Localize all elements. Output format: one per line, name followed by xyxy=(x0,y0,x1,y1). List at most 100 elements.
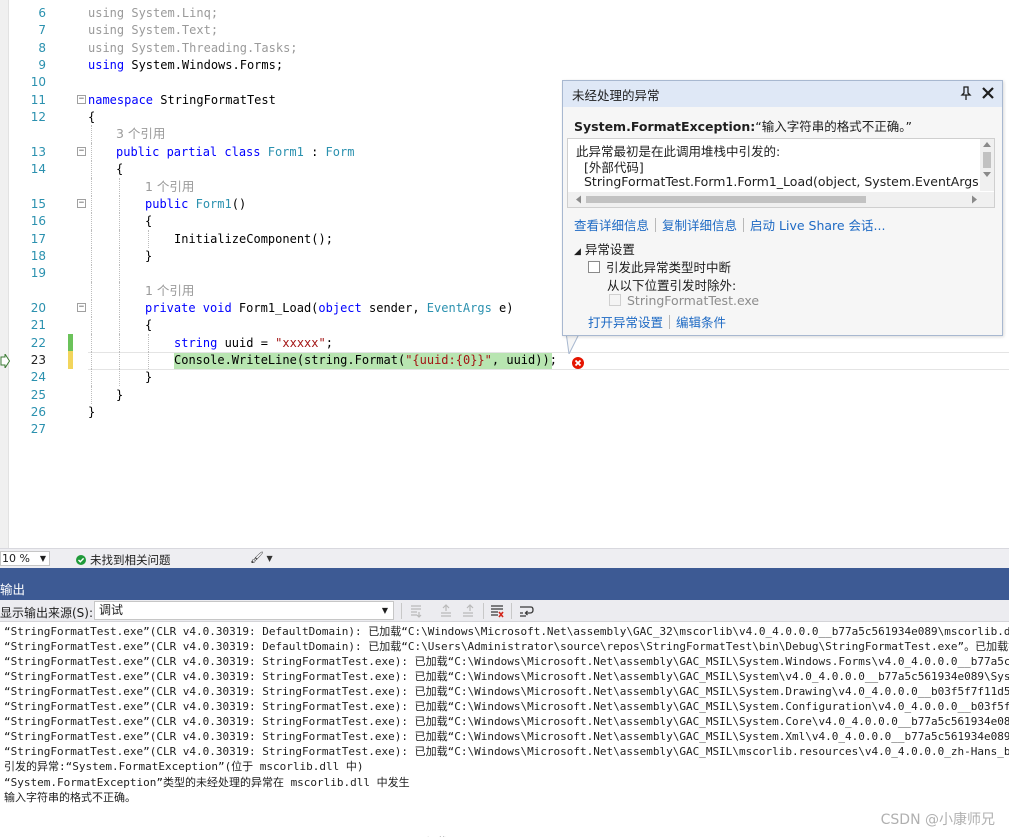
exception-settings-header[interactable]: ◢ 异常设置 xyxy=(574,239,635,258)
code-text: } xyxy=(116,386,123,404)
break-on-type-checkbox[interactable] xyxy=(588,261,600,273)
code-line[interactable]: 26} xyxy=(0,403,1009,421)
code-token: { xyxy=(116,162,124,177)
code-cleanup-button[interactable]: 🖌 ▼ xyxy=(250,551,273,564)
close-icon[interactable] xyxy=(980,85,996,101)
indent-guide xyxy=(91,368,92,387)
link-separator xyxy=(655,218,657,232)
zoom-dropdown[interactable]: 10 % ▼ xyxy=(0,551,50,566)
output-source-select[interactable]: 调试 ▼ xyxy=(94,601,394,620)
collapse-icon[interactable]: − xyxy=(77,94,86,104)
output-log-line: “StringFormatTest.exe”(CLR v4.0.30319: S… xyxy=(4,655,1009,669)
output-source-label: 显示输出来源(S): xyxy=(0,606,94,620)
code-token: Form xyxy=(325,144,355,159)
code-token: private void xyxy=(145,300,232,315)
change-marker xyxy=(68,351,73,369)
indent-guide xyxy=(91,264,92,283)
code-line[interactable]: 24} xyxy=(0,368,1009,387)
code-text: using System.Linq; xyxy=(88,4,218,22)
code-token: { xyxy=(88,110,96,125)
exception-error-icon[interactable] xyxy=(571,356,585,370)
line-number: 20 xyxy=(30,300,46,315)
codelens-references[interactable]: 3 个引用 xyxy=(116,125,165,143)
code-line[interactable]: 25} xyxy=(0,385,1009,404)
next-message-icon[interactable] xyxy=(460,603,476,619)
codelens-references[interactable]: 1 个引用 xyxy=(145,178,194,196)
code-line[interactable]: 9 using System.Windows.Forms; xyxy=(0,56,1009,74)
codelens-references[interactable]: 1 个引用 xyxy=(145,282,194,300)
indent-guide xyxy=(91,142,92,161)
indent-guide xyxy=(91,212,92,231)
exception-type: System.FormatException: xyxy=(574,119,756,134)
find-message-icon[interactable] xyxy=(408,603,424,619)
output-panel-titlebar[interactable]: 输出 xyxy=(0,568,1009,600)
code-editor[interactable]: 6 using System.Linq; 7 using System.Text; 8 u… xyxy=(0,0,1009,548)
issues-indicator[interactable]: 未找到相关问题 xyxy=(76,552,171,568)
line-number: 17 xyxy=(30,231,46,246)
check-circle-icon xyxy=(76,555,86,565)
toolbar-separator xyxy=(401,603,402,619)
editor-status-strip: 10 % ▼ 未找到相关问题 🖌 ▼ xyxy=(0,548,1009,568)
code-text: } xyxy=(145,368,152,386)
line-number: 23 xyxy=(30,353,46,367)
line-number: 8 xyxy=(38,40,46,55)
collapse-icon[interactable]: − xyxy=(77,302,86,312)
indent-guide xyxy=(148,351,149,369)
call-stack-box[interactable]: 此异常最初是在此调用堆栈中引发的: [外部代码] StringFormatTes… xyxy=(567,138,995,208)
live-share-link[interactable]: 启动 Live Share 会话... xyxy=(750,218,885,233)
edit-conditions-link[interactable]: 编辑条件 xyxy=(676,315,726,330)
indent-guide xyxy=(119,333,120,352)
code-line[interactable]: 22 string uuid = "xxxxx"; xyxy=(0,333,1009,352)
output-toolbar: 显示输出来源(S): 调试 ▼ xyxy=(0,600,1009,622)
brush-icon: 🖌 xyxy=(250,551,264,564)
clear-all-icon[interactable] xyxy=(489,603,505,619)
indent-guide xyxy=(119,212,120,231)
indent-guide xyxy=(119,351,120,369)
code-token: 3 个引用 xyxy=(116,126,166,142)
collapse-icon[interactable]: − xyxy=(77,146,86,156)
code-token: } xyxy=(88,405,96,420)
code-token: sender, xyxy=(361,300,427,315)
code-line[interactable]: 7 using System.Text; xyxy=(0,21,1009,39)
word-wrap-icon[interactable] xyxy=(518,603,534,619)
collapse-icon[interactable]: − xyxy=(77,198,86,208)
stack-horizontal-scrollbar[interactable] xyxy=(568,192,994,207)
copy-details-link[interactable]: 复制详细信息 xyxy=(662,218,737,233)
open-exception-settings-link[interactable]: 打开异常设置 xyxy=(588,315,663,330)
code-line[interactable]: 23 Console.WriteLine(string.Format("{uuid… xyxy=(0,351,1009,369)
code-text: } xyxy=(145,247,152,265)
output-log-line: “StringFormatTest.exe”(CLR v4.0.30319: D… xyxy=(4,640,1009,654)
view-details-link[interactable]: 查看详细信息 xyxy=(574,218,649,233)
stack-vertical-scrollbar[interactable] xyxy=(980,139,994,191)
code-token: using System.Linq; xyxy=(88,6,219,20)
indent-guide xyxy=(148,333,149,352)
module-option: StringFormatTest.exe xyxy=(609,293,759,308)
code-token: namespace xyxy=(88,92,154,107)
code-line[interactable]: 8 using System.Threading.Tasks; xyxy=(0,39,1009,57)
line-number: 10 xyxy=(30,75,46,90)
pin-icon[interactable] xyxy=(959,85,973,101)
collapse-triangle-icon[interactable]: ◢ xyxy=(574,247,581,257)
indent-guide xyxy=(148,229,149,248)
line-number: 24 xyxy=(30,370,46,385)
zoom-value: 10 % xyxy=(2,552,30,565)
code-token: Form1_Load( xyxy=(231,300,319,315)
exception-popup-title: 未经处理的异常 xyxy=(572,88,660,103)
break-on-type-option[interactable]: 引发此异常类型时中断 xyxy=(588,257,731,276)
line-number: 16 xyxy=(30,214,46,229)
execution-pointer-icon[interactable] xyxy=(0,354,10,368)
indent-guide xyxy=(119,229,120,248)
output-log[interactable]: “StringFormatTest.exe”(CLR v4.0.30319: D… xyxy=(0,622,1009,837)
line-number: 11 xyxy=(30,92,46,107)
code-token: StringFormatTest xyxy=(153,92,276,107)
indent-guide xyxy=(119,281,120,300)
indent-guide xyxy=(91,385,92,404)
code-line[interactable]: 27 xyxy=(0,420,1009,438)
output-log-line: “StringFormatTest.exe”(CLR v4.0.30319: S… xyxy=(4,685,1009,699)
line-number: 21 xyxy=(30,318,46,333)
previous-message-icon[interactable] xyxy=(438,603,454,619)
watermark-text: CSDN @小康师兄 xyxy=(880,812,995,828)
code-token: } xyxy=(145,248,153,263)
code-line[interactable]: 6 using System.Linq; xyxy=(0,4,1009,22)
exception-message: System.FormatException:“输入字符串的格式不正确。” xyxy=(574,116,912,135)
